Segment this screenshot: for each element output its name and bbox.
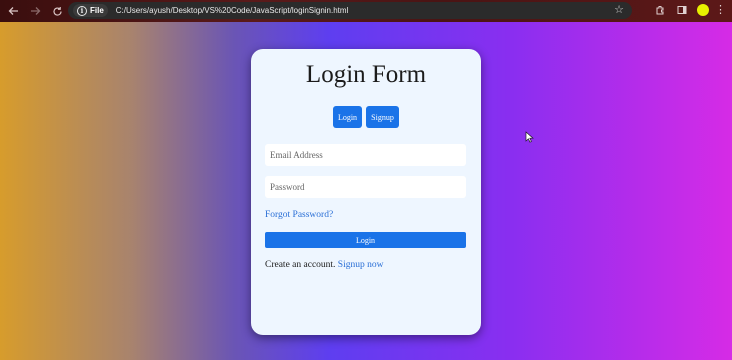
- signup-prompt-text: Create an account.: [265, 260, 336, 270]
- mouse-cursor-icon: [525, 131, 534, 143]
- profile-avatar[interactable]: [697, 4, 709, 16]
- forward-icon[interactable]: [26, 2, 44, 20]
- info-icon: i: [77, 5, 87, 16]
- form-title: Login Form: [305, 61, 427, 88]
- url-text[interactable]: C:/Users/ayush/Desktop/VS%20Code/JavaScr…: [116, 6, 349, 15]
- signup-tab-button[interactable]: Signup: [366, 106, 399, 128]
- menu-kebab-icon[interactable]: ⋮: [715, 3, 726, 17]
- email-field[interactable]: Email Address: [265, 144, 466, 166]
- browser-toolbar: i File C:/Users/ayush/Desktop/VS%20Code/…: [0, 0, 732, 22]
- extensions-icon[interactable]: [653, 3, 667, 17]
- signup-now-link[interactable]: Signup now: [338, 260, 384, 270]
- address-bar[interactable]: i File C:/Users/ayush/Desktop/VS%20Code/…: [68, 2, 632, 19]
- forgot-password-link[interactable]: Forgot Password?: [265, 210, 333, 220]
- page-background: Login Form Login Signup Email Address Pa…: [0, 22, 732, 360]
- site-info-label: File: [90, 6, 104, 15]
- signup-prompt: Create an account. Signup now: [265, 260, 383, 270]
- password-field[interactable]: Password: [265, 176, 466, 198]
- side-panel-icon[interactable]: [675, 3, 689, 17]
- login-submit-button[interactable]: Login: [265, 232, 466, 248]
- reload-icon[interactable]: [48, 2, 66, 20]
- site-info-chip[interactable]: i File: [73, 4, 108, 17]
- login-card: Login Form Login Signup Email Address Pa…: [251, 49, 481, 335]
- login-tab-button[interactable]: Login: [333, 106, 362, 128]
- back-icon[interactable]: [4, 2, 22, 20]
- bookmark-star-icon[interactable]: ☆: [614, 3, 624, 16]
